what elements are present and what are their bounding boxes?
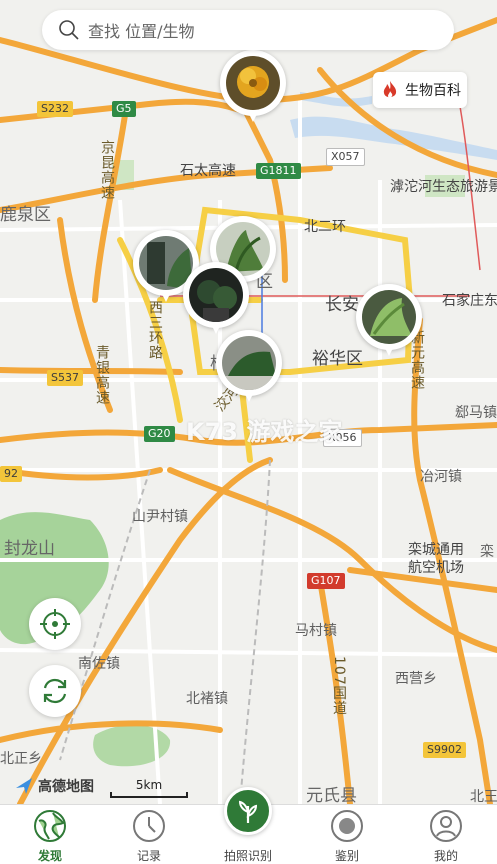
map-label-beizhu: 北褚镇 xyxy=(186,691,228,707)
tab-mine-label: 我的 xyxy=(433,849,458,863)
encyclopedia-button[interactable]: 生物百科 xyxy=(373,72,467,108)
map-pin-flower[interactable] xyxy=(220,50,286,128)
map-label-nanzuo: 南佐镇 xyxy=(78,656,120,672)
road-shield-g1811: G1811 xyxy=(256,163,301,179)
tab-discover-label: 发现 xyxy=(37,849,62,863)
search-bar[interactable]: 查找 位置/生物 xyxy=(42,10,454,50)
road-shield-92: 92 xyxy=(0,466,22,482)
amap-logo-label: 高德地图 xyxy=(38,779,94,795)
map-pin-plant-3[interactable] xyxy=(183,262,249,340)
map-label-right-edge: 栾 xyxy=(480,544,494,560)
tab-mine[interactable]: 我的 xyxy=(406,809,486,864)
map-label-xiying: 西营乡 xyxy=(395,671,437,687)
search-placeholder: 查找 位置/生物 xyxy=(88,22,195,41)
encyclopedia-label: 生物百科 xyxy=(405,83,461,99)
map-label-guodao: 107国道 xyxy=(331,656,347,716)
road-shield-g20: G20 xyxy=(144,426,175,442)
globe-icon xyxy=(34,810,66,842)
map-label-jingkun: 京昆高速 xyxy=(99,140,115,200)
flame-icon xyxy=(383,81,397,98)
map-label-macun: 马村镇 xyxy=(295,623,337,639)
road-shield-x057: X057 xyxy=(326,148,365,166)
sprout-icon xyxy=(238,800,258,823)
tab-records[interactable]: 记录 xyxy=(109,809,189,864)
map-label-beiwang: 北王 xyxy=(470,789,497,804)
user-icon xyxy=(430,810,462,842)
clock-icon xyxy=(133,810,165,842)
map-pin-plant-5[interactable] xyxy=(356,284,422,362)
map-label-changan: 长安 xyxy=(325,295,359,315)
locate-button[interactable] xyxy=(29,598,81,650)
map-label-shanyin: 山尹村镇 xyxy=(132,509,188,525)
road-shield-s9902: S9902 xyxy=(423,742,466,758)
map-label-shitai: 石太高速 xyxy=(180,163,236,179)
plant-photo-4 xyxy=(222,336,276,390)
map-label-airport-1: 栾城通用 xyxy=(408,542,464,558)
map-view[interactable]: 鹿泉区 石太高速 京昆高速 北二环 滹沱河生态旅游景区 长安 石家庄东 西三环路… xyxy=(0,0,497,804)
road-shield-s232: S232 xyxy=(37,101,73,117)
tab-photo-identify-label: 拍照识别 xyxy=(223,849,272,863)
crosshair-icon xyxy=(40,609,70,639)
map-label-xisanhuan: 西三环路 xyxy=(147,300,163,360)
search-icon xyxy=(59,20,79,40)
bottom-tab-bar: 发现 记录 拍照识别 鉴别 我的 xyxy=(0,787,497,864)
tab-records-label: 记录 xyxy=(136,849,161,863)
map-label-luquan: 鹿泉区 xyxy=(0,205,51,225)
scale-bar-label: 5km xyxy=(135,778,163,792)
amap-logo-icon xyxy=(16,778,32,794)
watermark: K73 游戏之家 xyxy=(186,418,343,446)
tab-discover[interactable]: 发现 xyxy=(10,809,90,864)
road-shield-s537: S537 xyxy=(47,370,83,386)
map-label-yehe: 冶河镇 xyxy=(420,469,462,485)
map-label-beierhuan: 北二环 xyxy=(304,219,346,235)
map-label-yuanshi: 元氏县 xyxy=(306,786,357,805)
refresh-button[interactable] xyxy=(29,665,81,717)
amap-logo: 高德地图 xyxy=(14,776,94,796)
map-label-airport-2: 航空机场 xyxy=(408,560,464,576)
tab-identify-label: 鉴别 xyxy=(334,849,359,863)
road-shield-g5: G5 xyxy=(112,101,136,117)
flower-photo xyxy=(226,56,280,110)
tab-photo-identify[interactable]: 拍照识别 xyxy=(208,787,288,864)
road-shield-g107: G107 xyxy=(307,573,345,589)
map-label-shijiazhuang-east: 石家庄东 xyxy=(442,293,497,309)
plant-photo-3 xyxy=(189,268,243,322)
map-label-qingyin: 青银高速 xyxy=(94,345,110,405)
tab-identify[interactable]: 鉴别 xyxy=(307,809,387,864)
plant-photo-5 xyxy=(362,290,416,344)
refresh-icon xyxy=(43,678,67,704)
map-label-jiumaying: 郄马镇 xyxy=(455,405,497,421)
map-pin-plant-4[interactable] xyxy=(216,330,282,408)
map-label-hutuo-1: 滹沱河生态旅游景区 xyxy=(390,179,497,195)
map-label-fenglongshan: 封龙山 xyxy=(4,539,55,559)
scale-bar: 5km xyxy=(110,778,188,798)
map-label-beizheng: 北正乡 xyxy=(0,751,42,767)
record-icon xyxy=(331,810,363,842)
photo-identify-button[interactable] xyxy=(224,787,272,835)
